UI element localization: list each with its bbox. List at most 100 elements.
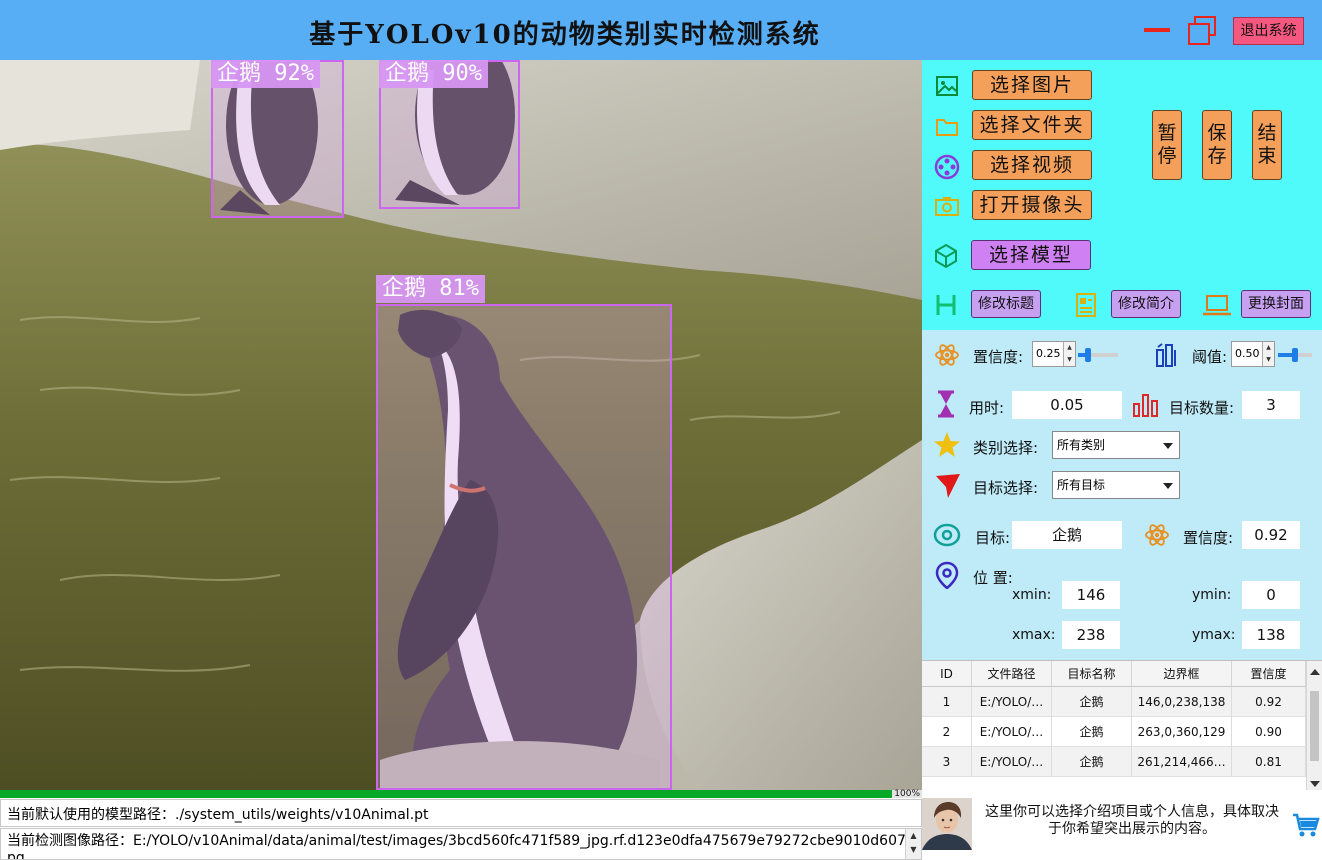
bar-chart-icon [1133,394,1158,417]
iou-spin-arrows[interactable]: ▲ ▼ [1262,342,1274,366]
pause-button[interactable]: 暂停 [1152,110,1182,180]
results-table[interactable]: ID 文件路径 目标名称 边界框 置信度 1 E:/YOLO/… 企鹅 146,… [922,660,1322,790]
end-button[interactable]: 结束 [1252,110,1282,180]
detection-view: 企鹅 92% 企鹅 90% 企鹅 81% [0,60,922,790]
image-path-text: 当前检测图像路径：E:/YOLO/v10Animal/data/animal/t… [7,833,915,860]
chevron-down-icon [1163,483,1173,489]
iou-spinbox[interactable]: 0.50 ▲ ▼ [1231,341,1275,367]
parameters-panel: 置信度: 0.25 ▲ ▼ 阈值: 0.50 ▲ ▼ 用时: 0.05 目标数量: … [922,330,1322,660]
folder-icon [936,119,958,136]
header-file-path[interactable]: 文件路径 [972,661,1052,687]
image-path-field[interactable]: 当前检测图像路径：E:/YOLO/v10Animal/data/animal/t… [0,828,922,860]
select-image-button[interactable]: 选择图片 [972,70,1092,100]
cell-bbox: 261,214,466… [1132,747,1232,777]
model-path-text: 当前默认使用的模型路径：./system_utils/weights/v10An… [0,799,922,827]
minimize-icon[interactable] [1144,28,1170,32]
threshold-icon [1156,343,1176,367]
confidence-spin-arrows[interactable]: ▲ ▼ [1063,342,1075,366]
detection-label-2: 企鹅 90% [379,60,488,88]
intro-text: 这里你可以选择介绍项目或个人信息，具体取决于你希望突出展示的内容。 [985,804,1279,837]
class-select-value: 所有类别 [1057,438,1106,452]
result-conf-value: 0.92 [1242,521,1300,549]
eye-icon [933,523,961,547]
confidence-label: 置信度: [973,348,1024,366]
cell-file-path: E:/YOLO/… [972,747,1052,777]
confidence-spinbox[interactable]: 0.25 ▲ ▼ [1032,341,1076,367]
target-select-label: 目标选择: [973,479,1039,497]
hourglass-icon [938,390,954,418]
edit-intro-button[interactable]: 修改简介 [1111,290,1181,318]
scroll-up-icon[interactable] [1310,669,1320,675]
header-id[interactable]: ID [922,661,972,687]
atom-icon [1145,524,1169,546]
save-button[interactable]: 保存 [1202,110,1232,180]
ymin-value: 0 [1242,581,1300,609]
exit-button[interactable]: 退出系统 [1233,17,1304,45]
confidence-slider-handle[interactable] [1085,348,1091,362]
table-row[interactable]: 1 E:/YOLO/… 企鹅 146,0,238,138 0.92 [922,687,1306,717]
detection-box-3 [376,304,672,790]
star-icon [934,432,960,457]
progress-fill [0,790,892,798]
confidence-slider[interactable] [1078,348,1118,362]
atom-icon [935,344,959,366]
document-icon [1076,293,1096,317]
iou-label: 阈值: [1192,348,1228,366]
table-row[interactable]: 2 E:/YOLO/… 企鹅 263,0,360,129 0.90 [922,717,1306,747]
result-target-label: 目标: [975,529,1011,547]
cell-target-name: 企鹅 [1052,717,1132,747]
target-select-value: 所有目标 [1057,478,1106,492]
title-bar: 基于YOLOv10的动物类别实时检测系统 退出系统 [0,0,1322,60]
progress-text: 100% [894,789,920,799]
xmax-label: xmax: [1012,627,1056,643]
control-panel: 选择图片 选择文件夹 选择视频 打开摄像头 选择模型 暂停 保存 结束 修改标题… [922,60,1322,330]
location-pin-icon [935,561,959,589]
select-folder-button[interactable]: 选择文件夹 [972,110,1092,140]
open-camera-button[interactable]: 打开摄像头 [972,190,1092,220]
header-target-name[interactable]: 目标名称 [1052,661,1132,687]
cell-file-path: E:/YOLO/… [972,687,1052,717]
heading-icon [936,295,956,315]
time-label: 用时: [969,399,1005,417]
select-model-button[interactable]: 选择模型 [971,240,1091,270]
table-row[interactable]: 3 E:/YOLO/… 企鹅 261,214,466… 0.81 [922,747,1306,777]
image-icon [936,76,958,96]
iou-slider-handle[interactable] [1292,348,1298,362]
app-title: 基于YOLOv10的动物类别实时检测系统 [309,20,821,50]
cube-icon [935,243,957,269]
iou-value: 0.50 [1235,347,1260,360]
cell-id: 3 [922,747,972,777]
class-select-dropdown[interactable]: 所有类别 [1052,431,1180,459]
header-bbox[interactable]: 边界框 [1132,661,1232,687]
count-label: 目标数量: [1169,399,1235,417]
avatar[interactable] [922,798,972,850]
cell-file-path: E:/YOLO/… [972,717,1052,747]
detection-label-3: 企鹅 81% [376,275,485,303]
xmin-value: 146 [1062,581,1120,609]
table-scrollbar[interactable] [1306,661,1322,790]
select-video-button[interactable]: 选择视频 [972,150,1092,180]
ymax-value: 138 [1242,621,1300,649]
path-scrollbar[interactable]: ▲ ▼ [905,829,921,859]
progress-bar: 100% [0,789,922,799]
cell-bbox: 263,0,360,129 [1132,717,1232,747]
confidence-value: 0.25 [1036,347,1061,360]
restore-icon[interactable] [1186,16,1218,46]
scroll-thumb[interactable] [1310,691,1319,761]
cell-id: 2 [922,717,972,747]
count-value: 3 [1242,391,1300,419]
cart-icon[interactable] [1292,812,1320,838]
scroll-down-icon[interactable] [1310,781,1320,787]
xmax-value: 238 [1062,621,1120,649]
change-cover-button[interactable]: 更换封面 [1241,290,1311,318]
header-confidence[interactable]: 置信度 [1232,661,1306,687]
xmin-label: xmin: [1012,587,1052,603]
edit-title-button[interactable]: 修改标题 [971,290,1041,318]
table-header: ID 文件路径 目标名称 边界框 置信度 [922,661,1306,687]
cell-target-name: 企鹅 [1052,747,1132,777]
class-select-label: 类别选择: [973,439,1039,457]
laptop-icon [1203,295,1231,316]
iou-slider[interactable] [1278,348,1312,362]
target-select-dropdown[interactable]: 所有目标 [1052,471,1180,499]
result-target-value: 企鹅 [1012,521,1122,549]
